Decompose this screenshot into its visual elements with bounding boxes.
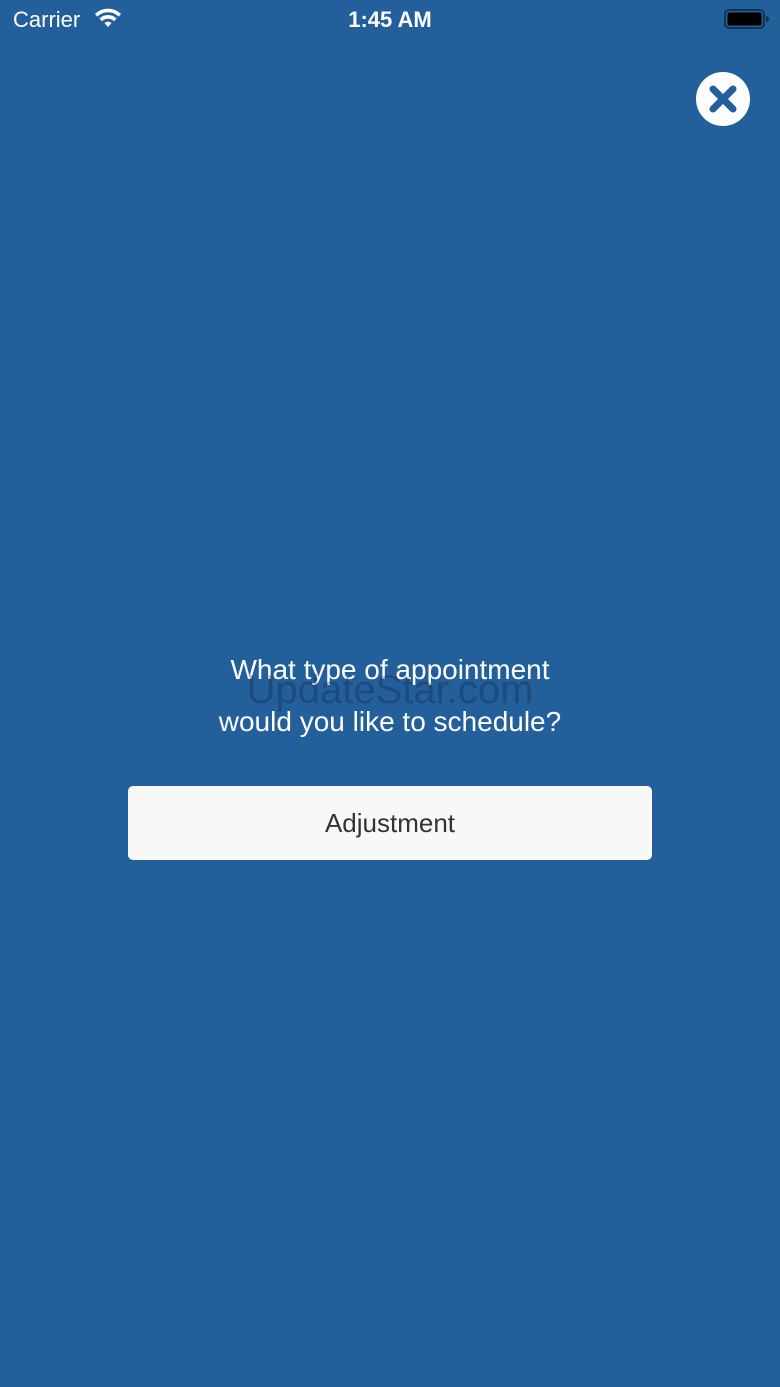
close-button[interactable]	[696, 72, 750, 126]
prompt-line-1: What type of appointment	[230, 654, 550, 685]
status-bar: Carrier 1:45 AM	[0, 0, 780, 40]
prompt-line-2: would you like to schedule?	[218, 706, 562, 737]
battery-icon	[724, 9, 769, 29]
close-icon	[709, 85, 737, 113]
appointment-type-prompt: What type of appointment would you like …	[0, 644, 780, 748]
adjustment-button[interactable]: Adjustment	[128, 786, 652, 860]
clock: 1:45 AM	[348, 7, 432, 32]
